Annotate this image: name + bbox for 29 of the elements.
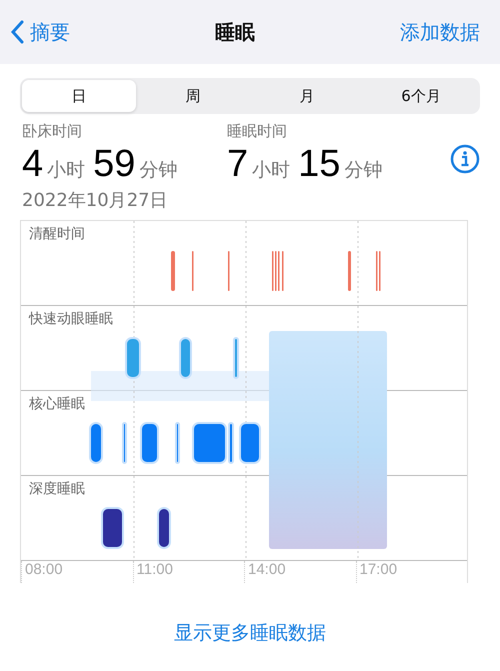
stage-label: 清醒时间 xyxy=(29,226,85,242)
minutes-unit: 分钟 xyxy=(139,158,178,183)
hours-unit: 小时 xyxy=(47,158,86,183)
minutes-unit: 分钟 xyxy=(344,158,382,183)
stage-label: 深度睡眠 xyxy=(29,481,85,497)
chevron-left-icon xyxy=(10,20,24,44)
stat-label: 睡眠时间 xyxy=(227,122,288,141)
period-tab[interactable]: 6个月 xyxy=(364,80,478,112)
show-more-button[interactable]: 显示更多睡眠数据 xyxy=(168,619,332,647)
add-data-button[interactable]: 添加数据 xyxy=(400,18,480,46)
stage-label: 核心睡眠 xyxy=(29,396,85,412)
page-title: 睡眠 xyxy=(215,18,255,46)
hours-value: 7 xyxy=(227,143,248,186)
minutes-value: 15 xyxy=(298,143,340,186)
time-tick-label: 11:00 xyxy=(132,561,244,583)
stat-label: 卧床时间 xyxy=(22,122,83,141)
time-tick-label: 08:00 xyxy=(21,561,132,583)
stage-label: 快速动眼睡眠 xyxy=(29,311,113,327)
minutes-value: 59 xyxy=(93,143,136,186)
date-label: 2022年10月27日 xyxy=(21,189,169,212)
hours-unit: 小时 xyxy=(252,158,290,183)
time-tick-label: 17:00 xyxy=(356,561,467,583)
time-tick-label: 14:00 xyxy=(244,561,356,583)
period-tab[interactable]: 月 xyxy=(250,80,364,112)
period-tab[interactable]: 周 xyxy=(136,80,250,112)
info-icon[interactable] xyxy=(450,144,480,174)
back-button[interactable]: 摘要 xyxy=(10,18,70,46)
period-tab[interactable]: 日 xyxy=(22,80,136,112)
hours-value: 4 xyxy=(22,143,44,186)
